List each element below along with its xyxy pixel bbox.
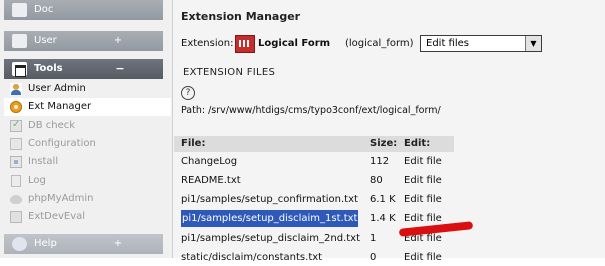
sidebar-item-label: DB check: [28, 120, 76, 131]
user-section-icon: [12, 34, 27, 48]
sidebar-item-label: Ext Manager: [28, 101, 92, 112]
collapse-icon[interactable]: −: [115, 59, 125, 79]
content-area: Extension Manager Extension: Logical For…: [173, 0, 605, 263]
action-select[interactable]: Edit files ▼: [420, 35, 542, 52]
section-user-label: User: [34, 35, 57, 46]
sidebar-item-ext-manager[interactable]: Ext Manager: [4, 98, 171, 116]
section-heading: EXTENSION FILES: [183, 67, 276, 78]
extension-icon: [235, 35, 255, 53]
expand-icon[interactable]: +: [113, 234, 123, 254]
document-icon: [11, 175, 21, 187]
checkmark-icon: [10, 116, 22, 134]
file-name: pi1/samples/setup_disclaim_2nd.txt: [181, 233, 361, 244]
file-name: pi1/samples/setup_confirmation.txt: [181, 194, 358, 205]
action-select-value: Edit files: [426, 38, 469, 49]
sidebar-item-label: Log: [28, 175, 46, 186]
extension-key: (logical_form): [345, 38, 414, 49]
file-name-highlighted: pi1/samples/setup_disclaim_1st.txt: [181, 210, 359, 227]
header-file: File:: [181, 138, 206, 149]
gear-icon: [10, 101, 22, 113]
table-row: ChangeLog 112 Edit file: [174, 153, 454, 170]
header-size: Size:: [370, 138, 398, 149]
help-icon[interactable]: ?: [181, 86, 195, 100]
page-title: Extension Manager: [181, 10, 301, 23]
table-row: README.txt 80 Edit file: [174, 172, 454, 189]
sidebar-item-label: Install: [28, 156, 59, 167]
section-user[interactable]: User +: [4, 31, 163, 51]
sidebar: Doc User + Tools − User Admin Ext Manage…: [0, 0, 173, 258]
sidebar-item-install[interactable]: Install: [4, 153, 171, 171]
section-help[interactable]: Help +: [4, 234, 163, 254]
section-doc-label: Doc: [34, 4, 54, 15]
tools-icon: [12, 62, 27, 77]
database-icon: [10, 195, 22, 204]
file-size: 6.1 K: [370, 194, 396, 205]
file-name: README.txt: [181, 175, 241, 186]
help-section-icon: [12, 237, 27, 251]
sidebar-item-label: User Admin: [28, 83, 86, 94]
header-edit: Edit:: [404, 138, 431, 149]
edit-file-link[interactable]: Edit file: [404, 191, 442, 208]
install-icon: [10, 156, 22, 168]
file-size: 80: [370, 175, 383, 186]
section-tools-label: Tools: [34, 63, 63, 74]
doc-icon: [12, 3, 27, 17]
edit-file-link[interactable]: Edit file: [404, 153, 442, 170]
file-size: 1.4 K: [370, 213, 396, 224]
extension-label: Extension:: [181, 38, 234, 49]
edit-file-link[interactable]: Edit file: [404, 172, 442, 189]
file-name: ChangeLog: [181, 156, 238, 167]
file-size: 1: [370, 233, 377, 244]
sidebar-item-extdeveval[interactable]: ExtDevEval: [4, 208, 171, 226]
sidebar-item-label: Configuration: [28, 138, 96, 149]
sidebar-item-configuration[interactable]: Configuration: [4, 135, 171, 153]
expand-icon[interactable]: +: [113, 31, 123, 51]
user-icon: [10, 83, 22, 95]
extension-path: Path: /srv/www/htdigs/cms/typo3conf/ext/…: [181, 105, 441, 116]
table-header: File: Size: Edit:: [174, 136, 454, 152]
sidebar-item-db-check[interactable]: DB check: [4, 116, 171, 135]
file-size: 112: [370, 156, 390, 167]
configuration-icon: [10, 138, 22, 150]
sidebar-item-phpmyadmin[interactable]: phpMyAdmin: [4, 190, 171, 208]
section-help-label: Help: [34, 238, 57, 249]
section-doc[interactable]: Doc: [4, 0, 163, 20]
table-row: pi1/samples/setup_disclaim_1st.txt 1.4 K…: [174, 210, 454, 227]
sidebar-item-label: ExtDevEval: [28, 211, 86, 222]
extension-eval-icon: [10, 211, 22, 223]
sidebar-item-user-admin[interactable]: User Admin: [4, 80, 171, 98]
section-tools[interactable]: Tools −: [4, 59, 163, 79]
sidebar-item-log[interactable]: Log: [4, 172, 171, 190]
extension-name: Logical Form: [258, 38, 331, 49]
dropdown-arrow-icon[interactable]: ▼: [525, 36, 541, 51]
table-row: pi1/samples/setup_confirmation.txt 6.1 K…: [174, 191, 454, 208]
sidebar-item-label: phpMyAdmin: [28, 193, 94, 204]
